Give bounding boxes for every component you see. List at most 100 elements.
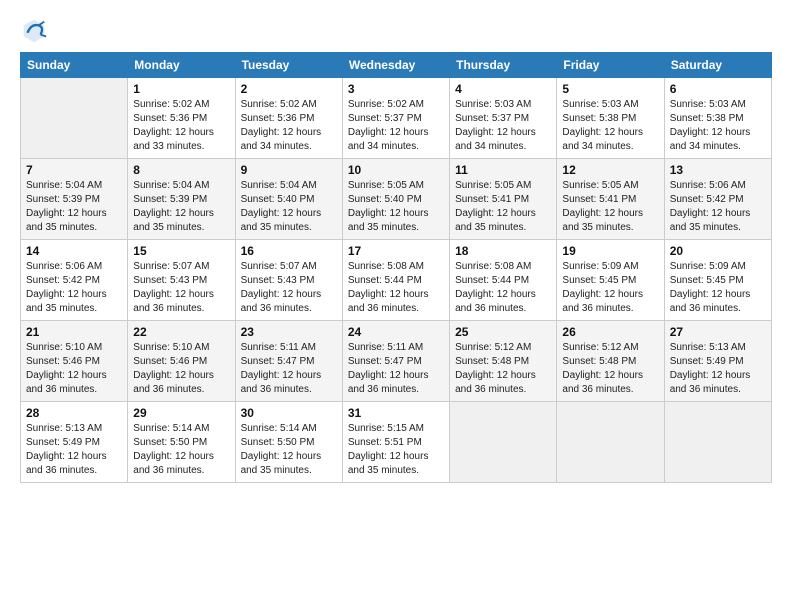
- day-info: Sunrise: 5:06 AM Sunset: 5:42 PM Dayligh…: [26, 260, 122, 316]
- day-cell-7: 7 Sunrise: 5:04 AM Sunset: 5:39 PM Daylig…: [21, 159, 128, 240]
- day-cell-3: 3 Sunrise: 5:02 AM Sunset: 5:37 PM Daylig…: [342, 78, 449, 159]
- day-cell-27: 27 Sunrise: 5:13 AM Sunset: 5:49 PM Dayli…: [664, 321, 771, 402]
- day-number: 7: [26, 163, 122, 177]
- day-cell-28: 28 Sunrise: 5:13 AM Sunset: 5:49 PM Dayli…: [21, 402, 128, 483]
- day-number: 30: [241, 406, 337, 420]
- day-cell-30: 30Sunrise: 5:14 AM Sunset: 5:50 PM Dayli…: [235, 402, 342, 483]
- day-number: 3: [348, 82, 444, 96]
- day-number: 8: [133, 163, 229, 177]
- empty-cell: [557, 402, 664, 483]
- day-info: Sunrise: 5:03 AM Sunset: 5:38 PM Dayligh…: [562, 98, 658, 154]
- logo-icon: [20, 16, 48, 44]
- calendar-table: SundayMondayTuesdayWednesdayThursdayFrid…: [20, 52, 772, 483]
- day-number: 26: [562, 325, 658, 339]
- day-number: 11: [455, 163, 551, 177]
- day-cell-5: 5 Sunrise: 5:03 AM Sunset: 5:38 PM Daylig…: [557, 78, 664, 159]
- day-info: Sunrise: 5:03 AM Sunset: 5:38 PM Dayligh…: [670, 98, 766, 154]
- day-cell-4: 4Sunrise: 5:03 AM Sunset: 5:37 PM Daylig…: [450, 78, 557, 159]
- day-info: Sunrise: 5:11 AM Sunset: 5:47 PM Dayligh…: [348, 341, 444, 397]
- day-cell-25: 25 Sunrise: 5:12 AM Sunset: 5:48 PM Dayli…: [450, 321, 557, 402]
- week-row-3: 14Sunrise: 5:06 AM Sunset: 5:42 PM Dayli…: [21, 240, 772, 321]
- column-header-friday: Friday: [557, 53, 664, 78]
- day-cell-8: 8 Sunrise: 5:04 AM Sunset: 5:39 PM Daylig…: [128, 159, 235, 240]
- day-number: 13: [670, 163, 766, 177]
- column-header-monday: Monday: [128, 53, 235, 78]
- day-cell-14: 14Sunrise: 5:06 AM Sunset: 5:42 PM Dayli…: [21, 240, 128, 321]
- day-number: 15: [133, 244, 229, 258]
- day-info: Sunrise: 5:09 AM Sunset: 5:45 PM Dayligh…: [562, 260, 658, 316]
- header: [20, 16, 772, 44]
- day-cell-20: 20 Sunrise: 5:09 AM Sunset: 5:45 PM Dayli…: [664, 240, 771, 321]
- day-cell-10: 10 Sunrise: 5:05 AM Sunset: 5:40 PM Dayli…: [342, 159, 449, 240]
- day-number: 19: [562, 244, 658, 258]
- day-info: Sunrise: 5:05 AM Sunset: 5:40 PM Dayligh…: [348, 179, 444, 235]
- day-info: Sunrise: 5:05 AM Sunset: 5:41 PM Dayligh…: [455, 179, 551, 235]
- day-info: Sunrise: 5:02 AM Sunset: 5:37 PM Dayligh…: [348, 98, 444, 154]
- day-number: 21: [26, 325, 122, 339]
- day-number: 20: [670, 244, 766, 258]
- day-number: 18: [455, 244, 551, 258]
- header-row: SundayMondayTuesdayWednesdayThursdayFrid…: [21, 53, 772, 78]
- day-cell-18: 18Sunrise: 5:08 AM Sunset: 5:44 PM Dayli…: [450, 240, 557, 321]
- day-cell-11: 11 Sunrise: 5:05 AM Sunset: 5:41 PM Dayli…: [450, 159, 557, 240]
- day-info: Sunrise: 5:14 AM Sunset: 5:50 PM Dayligh…: [133, 422, 229, 478]
- day-cell-29: 29 Sunrise: 5:14 AM Sunset: 5:50 PM Dayli…: [128, 402, 235, 483]
- day-number: 25: [455, 325, 551, 339]
- day-info: Sunrise: 5:07 AM Sunset: 5:43 PM Dayligh…: [133, 260, 229, 316]
- day-info: Sunrise: 5:11 AM Sunset: 5:47 PM Dayligh…: [241, 341, 337, 397]
- day-number: 16: [241, 244, 337, 258]
- day-number: 27: [670, 325, 766, 339]
- day-info: Sunrise: 5:13 AM Sunset: 5:49 PM Dayligh…: [26, 422, 122, 478]
- day-cell-6: 6 Sunrise: 5:03 AM Sunset: 5:38 PM Daylig…: [664, 78, 771, 159]
- day-cell-17: 17Sunrise: 5:08 AM Sunset: 5:44 PM Dayli…: [342, 240, 449, 321]
- day-info: Sunrise: 5:09 AM Sunset: 5:45 PM Dayligh…: [670, 260, 766, 316]
- day-cell-22: 22Sunrise: 5:10 AM Sunset: 5:46 PM Dayli…: [128, 321, 235, 402]
- column-header-tuesday: Tuesday: [235, 53, 342, 78]
- day-cell-31: 31 Sunrise: 5:15 AM Sunset: 5:51 PM Dayli…: [342, 402, 449, 483]
- day-cell-19: 19 Sunrise: 5:09 AM Sunset: 5:45 PM Dayli…: [557, 240, 664, 321]
- day-info: Sunrise: 5:15 AM Sunset: 5:51 PM Dayligh…: [348, 422, 444, 478]
- empty-cell: [664, 402, 771, 483]
- day-cell-9: 9Sunrise: 5:04 AM Sunset: 5:40 PM Daylig…: [235, 159, 342, 240]
- day-info: Sunrise: 5:04 AM Sunset: 5:39 PM Dayligh…: [133, 179, 229, 235]
- day-cell-1: 1 Sunrise: 5:02 AM Sunset: 5:36 PM Daylig…: [128, 78, 235, 159]
- day-number: 28: [26, 406, 122, 420]
- day-number: 5: [562, 82, 658, 96]
- day-info: Sunrise: 5:05 AM Sunset: 5:41 PM Dayligh…: [562, 179, 658, 235]
- day-cell-12: 12 Sunrise: 5:05 AM Sunset: 5:41 PM Dayli…: [557, 159, 664, 240]
- day-cell-23: 23 Sunrise: 5:11 AM Sunset: 5:47 PM Dayli…: [235, 321, 342, 402]
- week-row-4: 21 Sunrise: 5:10 AM Sunset: 5:46 PM Dayli…: [21, 321, 772, 402]
- day-number: 12: [562, 163, 658, 177]
- day-info: Sunrise: 5:13 AM Sunset: 5:49 PM Dayligh…: [670, 341, 766, 397]
- week-row-2: 7 Sunrise: 5:04 AM Sunset: 5:39 PM Daylig…: [21, 159, 772, 240]
- day-number: 1: [133, 82, 229, 96]
- day-info: Sunrise: 5:12 AM Sunset: 5:48 PM Dayligh…: [455, 341, 551, 397]
- day-number: 23: [241, 325, 337, 339]
- day-cell-15: 15 Sunrise: 5:07 AM Sunset: 5:43 PM Dayli…: [128, 240, 235, 321]
- day-info: Sunrise: 5:12 AM Sunset: 5:48 PM Dayligh…: [562, 341, 658, 397]
- day-cell-24: 24Sunrise: 5:11 AM Sunset: 5:47 PM Dayli…: [342, 321, 449, 402]
- logo: [20, 16, 52, 44]
- day-info: Sunrise: 5:04 AM Sunset: 5:39 PM Dayligh…: [26, 179, 122, 235]
- day-info: Sunrise: 5:10 AM Sunset: 5:46 PM Dayligh…: [26, 341, 122, 397]
- empty-cell: [21, 78, 128, 159]
- day-info: Sunrise: 5:06 AM Sunset: 5:42 PM Dayligh…: [670, 179, 766, 235]
- day-number: 31: [348, 406, 444, 420]
- day-info: Sunrise: 5:02 AM Sunset: 5:36 PM Dayligh…: [241, 98, 337, 154]
- day-number: 10: [348, 163, 444, 177]
- day-info: Sunrise: 5:07 AM Sunset: 5:43 PM Dayligh…: [241, 260, 337, 316]
- column-header-saturday: Saturday: [664, 53, 771, 78]
- day-info: Sunrise: 5:10 AM Sunset: 5:46 PM Dayligh…: [133, 341, 229, 397]
- day-cell-21: 21 Sunrise: 5:10 AM Sunset: 5:46 PM Dayli…: [21, 321, 128, 402]
- day-number: 6: [670, 82, 766, 96]
- day-number: 29: [133, 406, 229, 420]
- day-number: 2: [241, 82, 337, 96]
- week-row-5: 28 Sunrise: 5:13 AM Sunset: 5:49 PM Dayli…: [21, 402, 772, 483]
- day-info: Sunrise: 5:02 AM Sunset: 5:36 PM Dayligh…: [133, 98, 229, 154]
- empty-cell: [450, 402, 557, 483]
- week-row-1: 1 Sunrise: 5:02 AM Sunset: 5:36 PM Daylig…: [21, 78, 772, 159]
- column-header-wednesday: Wednesday: [342, 53, 449, 78]
- column-header-sunday: Sunday: [21, 53, 128, 78]
- day-cell-26: 26 Sunrise: 5:12 AM Sunset: 5:48 PM Dayli…: [557, 321, 664, 402]
- day-cell-16: 16 Sunrise: 5:07 AM Sunset: 5:43 PM Dayli…: [235, 240, 342, 321]
